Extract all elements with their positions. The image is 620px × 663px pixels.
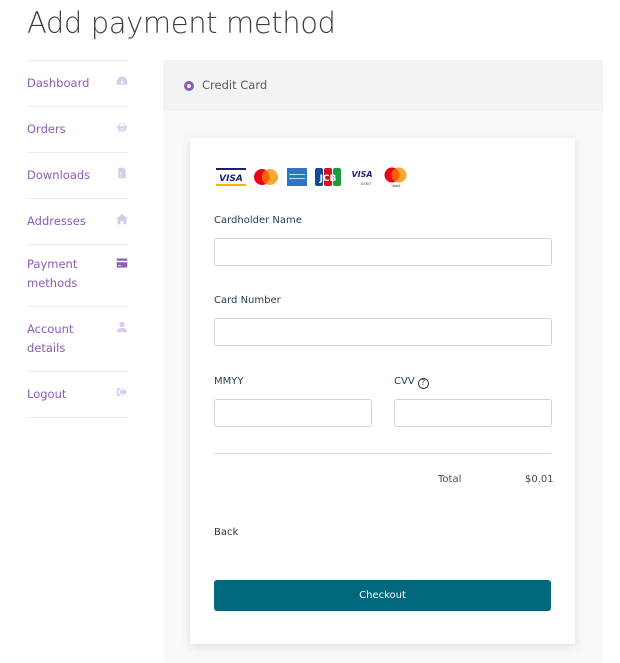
sidebar-item-label: Addresses <box>27 214 86 228</box>
cvv-input[interactable] <box>394 399 552 427</box>
expiry-input[interactable] <box>214 399 372 427</box>
sidebar-item-label: Logout <box>27 387 67 401</box>
page-title: Add payment method <box>27 6 336 40</box>
file-download-icon <box>116 167 128 179</box>
cardholder-name-input[interactable] <box>214 238 552 266</box>
amex-logo-icon <box>287 168 307 186</box>
sidebar-item-downloads[interactable]: Downloads <box>27 152 128 198</box>
account-sidebar: Dashboard Orders Downloads Addresses Pay… <box>27 60 128 418</box>
sidebar-item-label: Downloads <box>27 168 91 182</box>
sidebar-item-addresses[interactable]: Addresses <box>27 198 128 244</box>
payment-method-label: Credit Card <box>202 78 268 92</box>
sidebar-item-payment-methods[interactable]: Payment methods <box>27 244 128 306</box>
credit-card-radio[interactable] <box>184 81 194 91</box>
sidebar-item-label: Payment methods <box>27 257 78 290</box>
checkout-button[interactable]: Checkout <box>214 580 551 611</box>
mastercard-logo-icon <box>254 169 278 185</box>
card-number-input[interactable] <box>214 318 552 346</box>
card-logos: VISA JCB VISA DEBIT debit <box>216 166 416 188</box>
sidebar-item-logout[interactable]: Logout <box>27 371 128 418</box>
payment-method-option[interactable]: Credit Card <box>163 60 603 111</box>
card-number-label: Card Number <box>214 295 281 306</box>
help-icon[interactable]: ? <box>417 377 429 389</box>
sidebar-item-label: Orders <box>27 122 66 136</box>
cvv-label-group: CVV? <box>394 376 429 389</box>
cvv-label: CVV <box>394 376 415 387</box>
total-value: $0.01 <box>525 474 554 485</box>
home-icon <box>116 213 128 225</box>
visa-logo-icon: VISA <box>216 168 246 186</box>
sidebar-item-dashboard[interactable]: Dashboard <box>27 60 128 106</box>
back-link[interactable]: Back <box>214 527 238 538</box>
visa-debit-logo-icon: VISA DEBIT <box>351 170 372 186</box>
svg-text:debit: debit <box>392 184 402 188</box>
total-label: Total <box>438 474 462 485</box>
svg-text:JCB: JCB <box>319 174 337 184</box>
jcb-logo-icon: JCB <box>315 168 341 186</box>
basket-icon <box>116 121 128 133</box>
cardholder-name-label: Cardholder Name <box>214 215 302 226</box>
sidebar-item-label: Dashboard <box>27 76 90 90</box>
sidebar-item-orders[interactable]: Orders <box>27 106 128 152</box>
sidebar-item-label: Account details <box>27 322 74 355</box>
credit-card-icon <box>116 257 128 269</box>
svg-text:VISA: VISA <box>219 174 243 184</box>
divider <box>214 453 551 454</box>
user-icon <box>116 321 128 333</box>
svg-text:DEBIT: DEBIT <box>361 182 372 186</box>
dashboard-gauge-icon <box>116 75 128 87</box>
sign-out-icon <box>116 386 128 398</box>
sidebar-item-account-details[interactable]: Account details <box>27 306 128 371</box>
mastercard-debit-logo-icon: debit <box>384 167 407 188</box>
card-form: VISA JCB VISA DEBIT debit Cardholder Nam… <box>190 138 575 644</box>
expiry-label: MMYY <box>214 376 244 387</box>
svg-text:VISA: VISA <box>351 170 372 179</box>
